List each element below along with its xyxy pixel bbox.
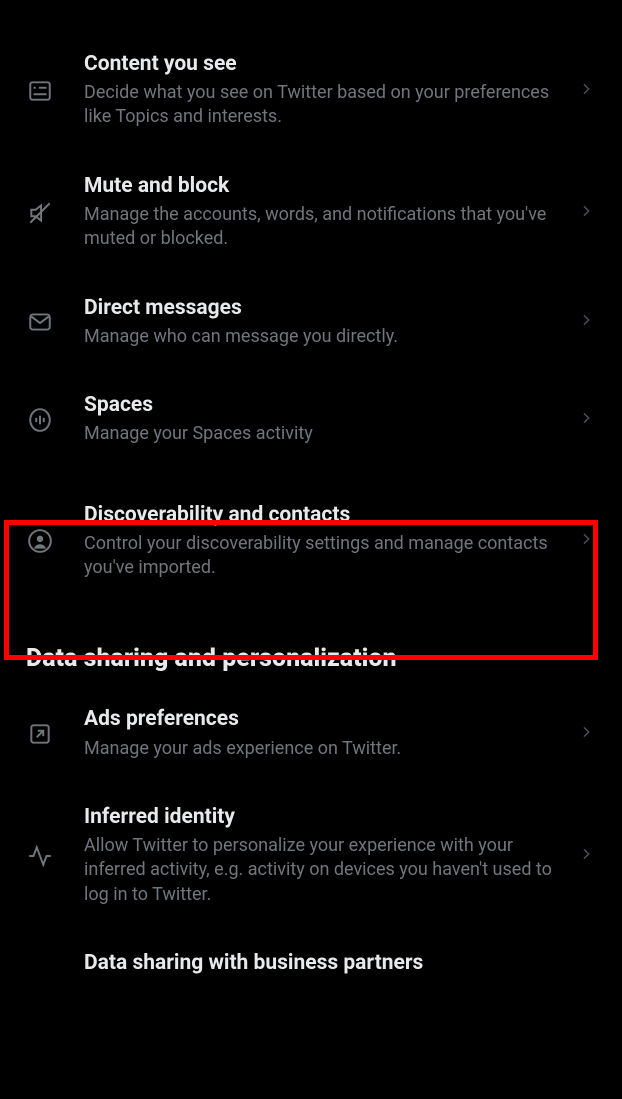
item-text: Direct messages Manage who can message y… (84, 296, 568, 349)
settings-list: Content you see Decide what you see on T… (0, 0, 622, 976)
settings-item-inferred-identity[interactable]: Inferred identity Allow Twitter to perso… (0, 783, 622, 929)
news-icon (26, 77, 54, 105)
item-sub: Manage your Spaces activity (84, 422, 568, 446)
chevron-right-icon (578, 724, 594, 744)
item-title: Mute and block (84, 174, 568, 199)
item-sub: Manage who can message you directly. (84, 325, 568, 349)
item-title: Inferred identity (84, 805, 568, 830)
item-sub: Decide what you see on Twitter based on … (84, 81, 568, 130)
chevron-right-icon (578, 312, 594, 332)
item-title: Data sharing with business partners (84, 951, 594, 976)
arrow-box-icon (26, 720, 54, 748)
item-text: Inferred identity Allow Twitter to perso… (84, 805, 568, 907)
settings-item-content-you-see[interactable]: Content you see Decide what you see on T… (0, 30, 622, 152)
item-title: Discoverability and contacts (84, 503, 568, 528)
chevron-right-icon (578, 81, 594, 101)
chevron-right-icon (578, 846, 594, 866)
item-title: Content you see (84, 52, 568, 77)
item-text: Content you see Decide what you see on T… (84, 52, 568, 130)
item-sub: Allow Twitter to personalize your experi… (84, 834, 568, 907)
chevron-right-icon (578, 410, 594, 430)
activity-icon (26, 842, 54, 870)
spaces-icon (26, 406, 54, 434)
item-text: Discoverability and contacts Control you… (84, 503, 568, 581)
person-circle-icon (26, 527, 54, 555)
item-text: Mute and block Manage the accounts, word… (84, 174, 568, 252)
settings-item-data-sharing-partners[interactable]: Data sharing with business partners (0, 929, 622, 976)
item-text: Spaces Manage your Spaces activity (84, 393, 568, 446)
settings-item-discoverability[interactable]: Discoverability and contacts Control you… (0, 469, 622, 615)
settings-item-spaces[interactable]: Spaces Manage your Spaces activity (0, 371, 622, 468)
settings-item-ads-preferences[interactable]: Ads preferences Manage your ads experien… (0, 685, 622, 782)
item-sub: Control your discoverability settings an… (84, 532, 568, 581)
mute-icon (26, 199, 54, 227)
item-title: Spaces (84, 393, 568, 418)
section-header-data-sharing: Data sharing and personalization (0, 614, 622, 685)
chevron-right-icon (578, 531, 594, 551)
envelope-icon (26, 308, 54, 336)
settings-item-mute-and-block[interactable]: Mute and block Manage the accounts, word… (0, 152, 622, 274)
item-title: Direct messages (84, 296, 568, 321)
item-title: Ads preferences (84, 707, 568, 732)
settings-item-direct-messages[interactable]: Direct messages Manage who can message y… (0, 274, 622, 371)
item-sub: Manage your ads experience on Twitter. (84, 737, 568, 761)
item-text: Ads preferences Manage your ads experien… (84, 707, 568, 760)
item-text: Data sharing with business partners (84, 951, 594, 976)
item-sub: Manage the accounts, words, and notifica… (84, 203, 568, 252)
chevron-right-icon (578, 203, 594, 223)
